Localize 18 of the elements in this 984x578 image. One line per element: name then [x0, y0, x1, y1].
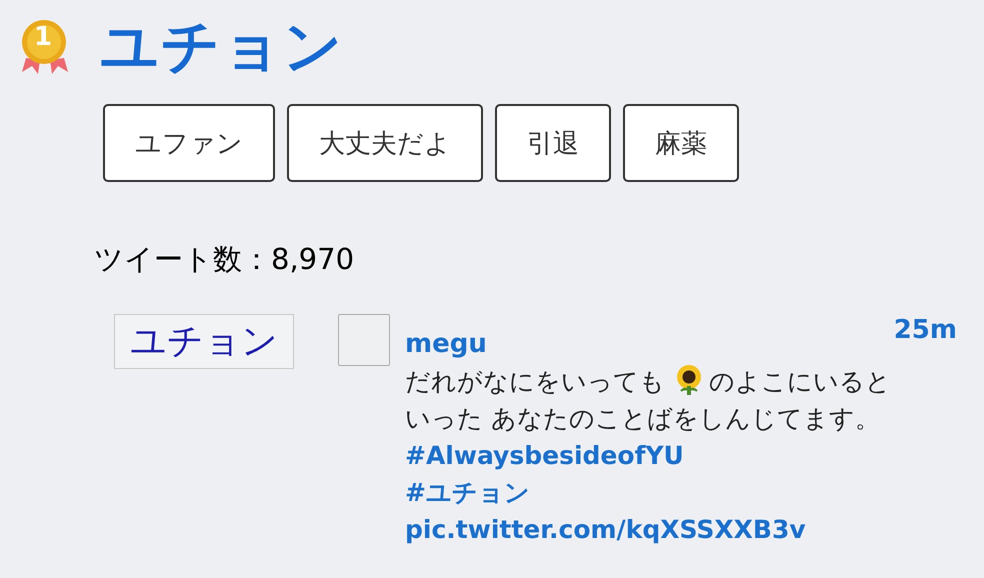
search-term: ユチョン — [114, 314, 294, 369]
hashtag-link[interactable]: #AlwaysbesideofYU — [405, 437, 684, 474]
tweet-count-value: 8,970 — [271, 242, 354, 276]
hashtag-link[interactable]: #ユチョン — [405, 474, 530, 511]
page-title: ユチョン — [100, 11, 344, 82]
user-name[interactable]: megu — [405, 326, 487, 363]
tweet-text: だれがなにをいっても — [405, 367, 665, 396]
tweet-count-label: ツイート数： — [94, 241, 271, 278]
tag-button[interactable]: 麻薬 — [623, 104, 739, 182]
avatar-placeholder — [338, 314, 390, 366]
hashtag-link[interactable]: pic.twitter.com/kqXSSXXB3v — [405, 511, 806, 548]
tweet-text: のよこにいると — [709, 367, 891, 396]
tag-button[interactable]: 引退 — [495, 104, 611, 182]
tag-button[interactable]: 大丈夫だよ — [287, 104, 483, 182]
tag-button[interactable]: ユファン — [103, 104, 275, 182]
tweet-time: 25m — [894, 314, 957, 347]
sunflower-icon — [675, 365, 703, 395]
tweet-text: いった あなたのことばをしんじてます。 — [405, 404, 880, 433]
